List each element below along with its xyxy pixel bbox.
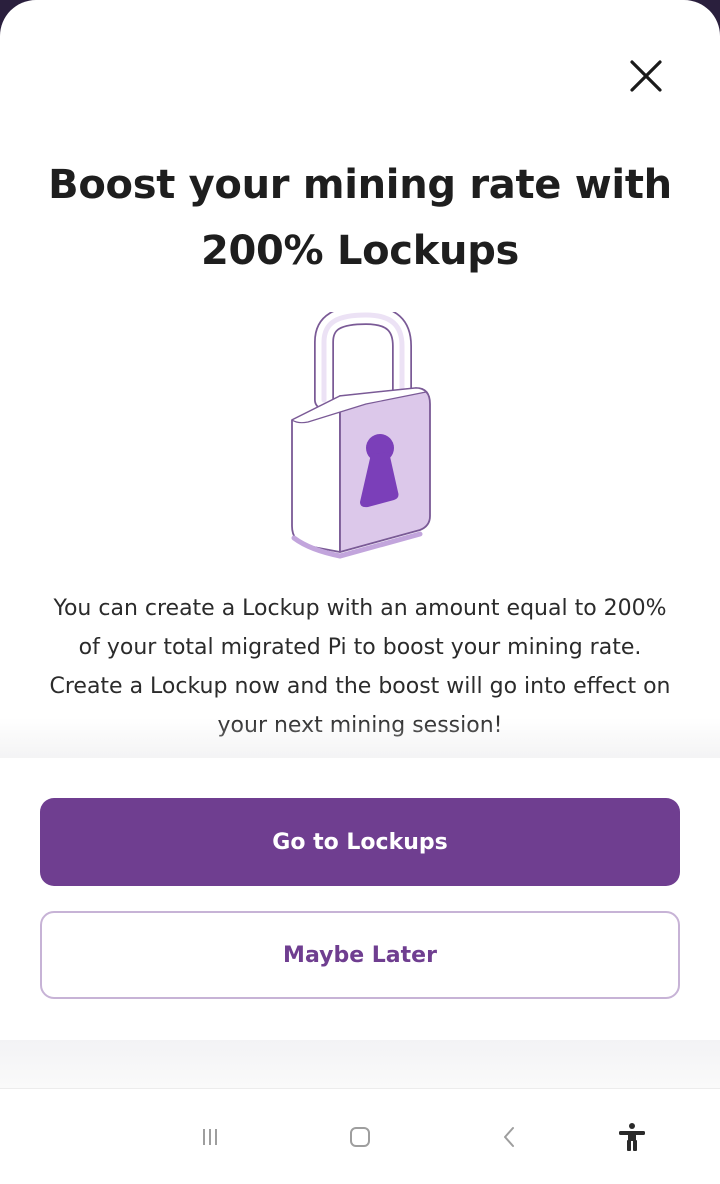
accessibility-button[interactable]	[608, 1113, 656, 1161]
recent-apps-icon	[203, 1129, 217, 1145]
maybe-later-button[interactable]: Maybe Later	[40, 911, 680, 999]
back-icon	[504, 1127, 514, 1147]
dialog-title: Boost your mining rate with 200% Lockups	[48, 162, 672, 274]
home-icon	[350, 1127, 370, 1147]
close-button[interactable]	[622, 52, 670, 100]
back-button[interactable]	[486, 1113, 534, 1161]
home-button[interactable]	[336, 1113, 384, 1161]
system-navigation-bar	[0, 1088, 720, 1184]
lockup-dialog: Boost your mining rate with 200% Lockups…	[0, 0, 720, 1184]
screen: Boost your mining rate with 200% Lockups…	[0, 0, 720, 1184]
accessibility-icon	[619, 1123, 645, 1151]
go-to-lockups-button[interactable]: Go to Lockups	[40, 798, 680, 886]
dialog-bottom-spacer	[0, 1040, 720, 1088]
close-icon	[630, 60, 662, 92]
content-fade	[0, 718, 720, 758]
recent-apps-button[interactable]	[186, 1113, 234, 1161]
padlock-icon	[291, 312, 431, 559]
